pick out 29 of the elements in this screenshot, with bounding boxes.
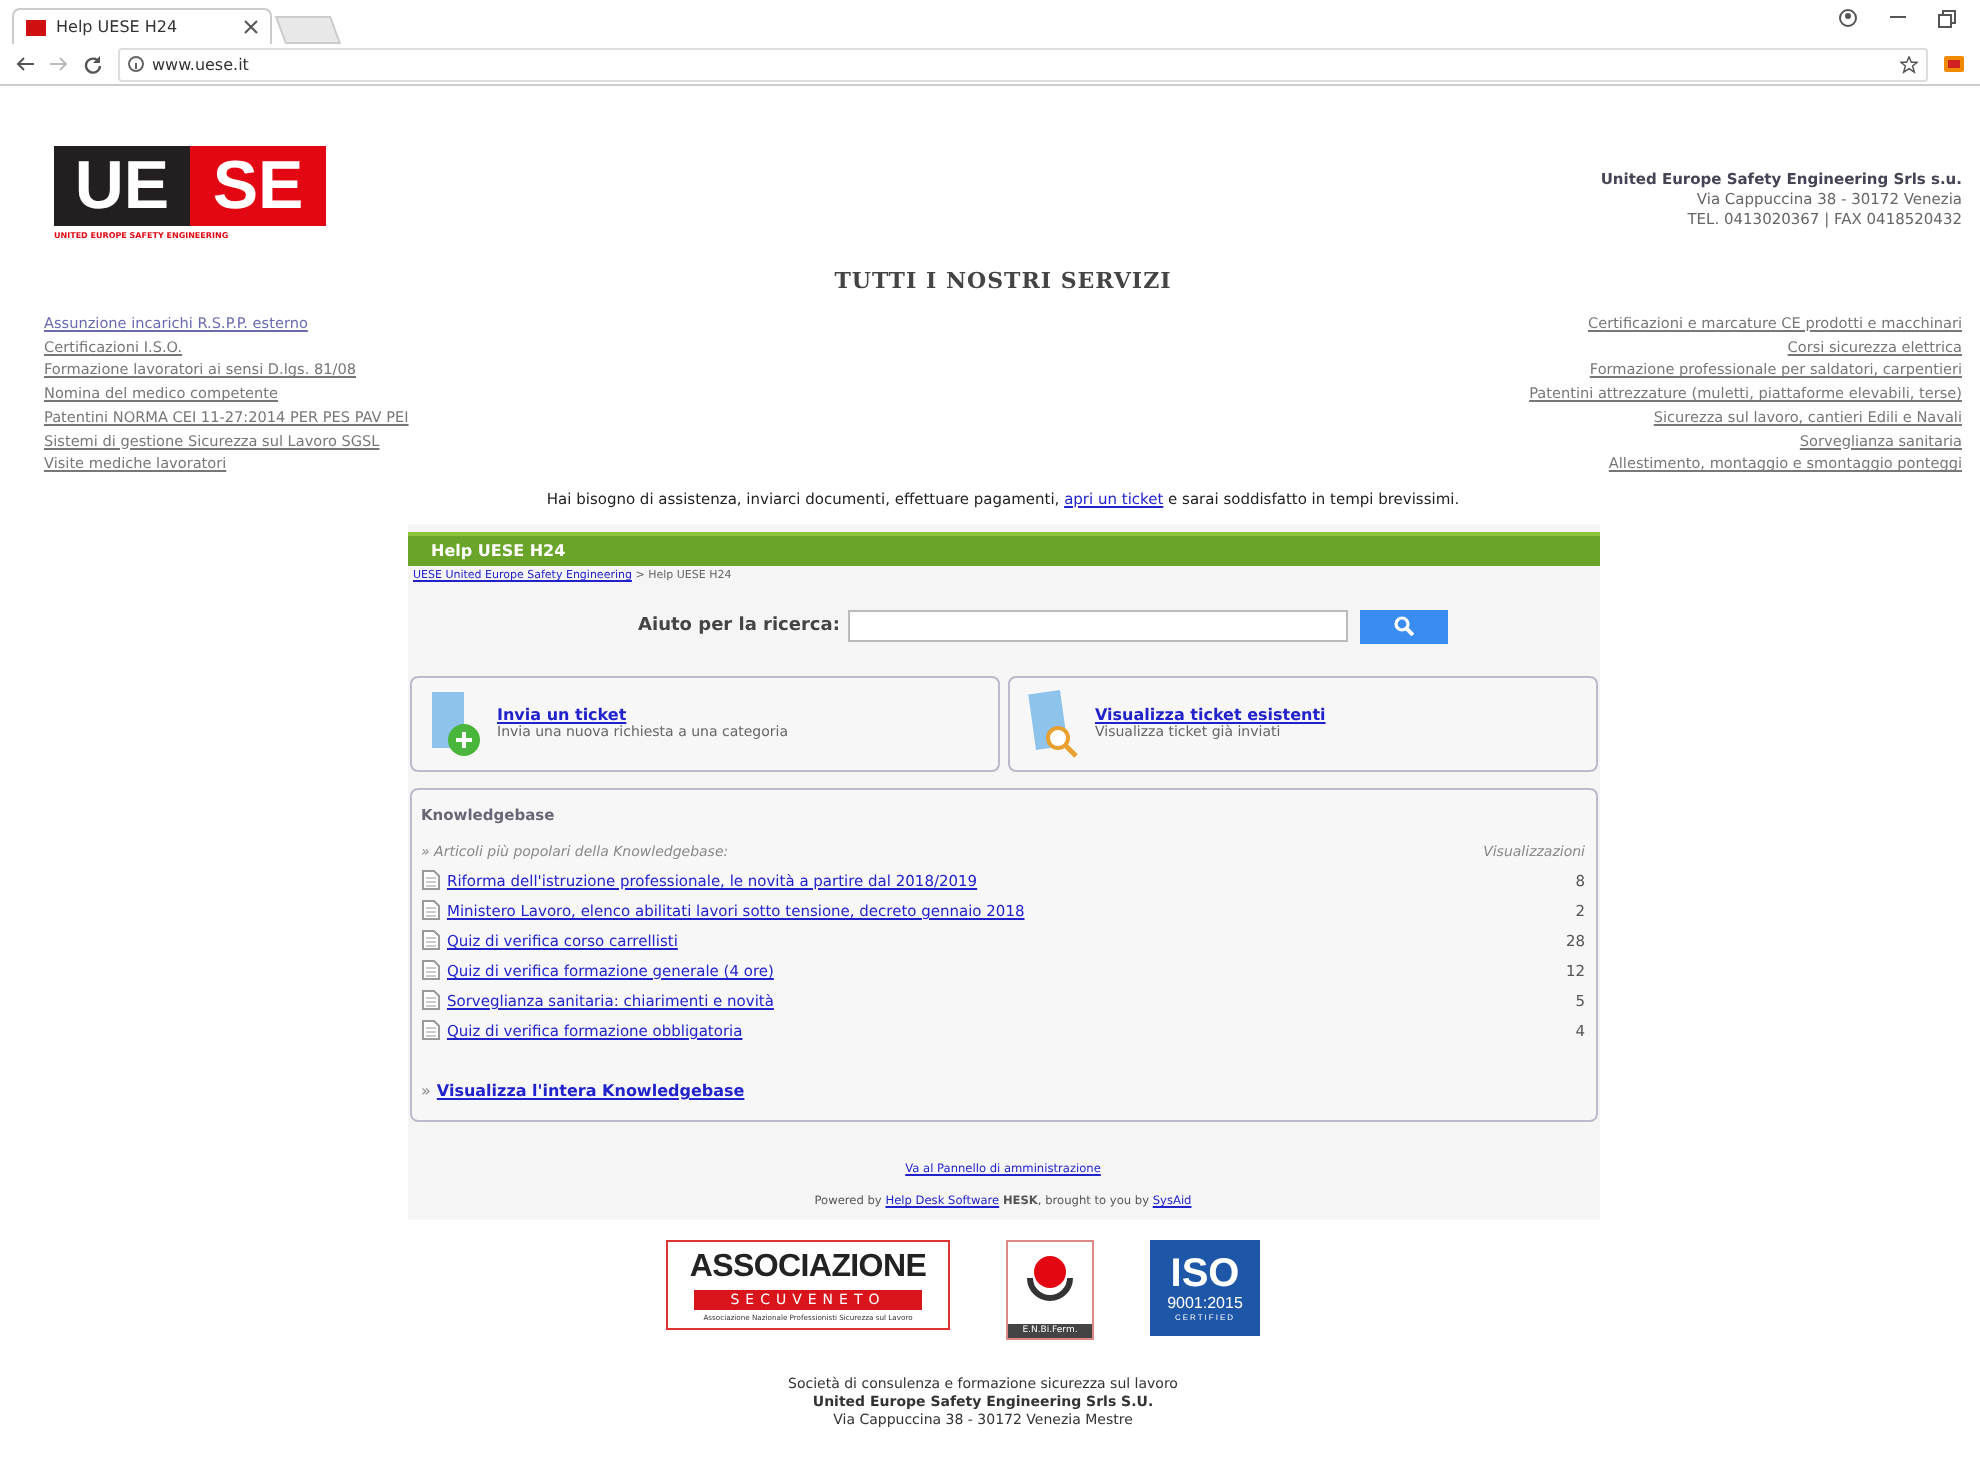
favicon-icon bbox=[26, 19, 46, 35]
restore-icon[interactable] bbox=[1938, 9, 1956, 27]
document-icon bbox=[421, 960, 439, 981]
card-title-link[interactable]: Visualizza ticket esistenti bbox=[1095, 706, 1326, 725]
document-add-icon bbox=[429, 689, 481, 758]
info-icon bbox=[128, 56, 144, 72]
services-title: TUTTI I NOSTRI SERVIZI bbox=[832, 268, 1174, 294]
document-icon bbox=[421, 1020, 439, 1041]
browser-tab[interactable]: Help UESE H24 bbox=[12, 8, 272, 44]
all-knowledgebase-link[interactable]: Visualizza l'intera Knowledgebase bbox=[436, 1081, 745, 1100]
help-header: Help UESE H24 bbox=[407, 531, 1599, 566]
address-bar[interactable]: www.uese.it bbox=[118, 47, 1928, 81]
star-icon[interactable] bbox=[1900, 55, 1918, 73]
reload-icon[interactable] bbox=[84, 55, 102, 73]
document-icon bbox=[421, 870, 439, 891]
search-icon bbox=[1393, 616, 1414, 637]
document-search-icon bbox=[1027, 689, 1079, 758]
close-icon[interactable] bbox=[244, 20, 258, 34]
search-field[interactable] bbox=[847, 610, 1348, 643]
document-icon bbox=[421, 930, 439, 951]
profile-icon[interactable] bbox=[1838, 8, 1858, 28]
bullet-mark: » bbox=[421, 1081, 431, 1100]
document-icon bbox=[421, 990, 439, 1011]
back-icon[interactable] bbox=[16, 56, 34, 72]
search-button[interactable] bbox=[1359, 609, 1448, 644]
card-title-link[interactable]: Invia un ticket bbox=[497, 706, 788, 725]
minimize-icon[interactable] bbox=[1890, 16, 1906, 20]
document-icon bbox=[421, 900, 439, 921]
search-label: Aiuto per la ricerca: bbox=[638, 616, 840, 637]
